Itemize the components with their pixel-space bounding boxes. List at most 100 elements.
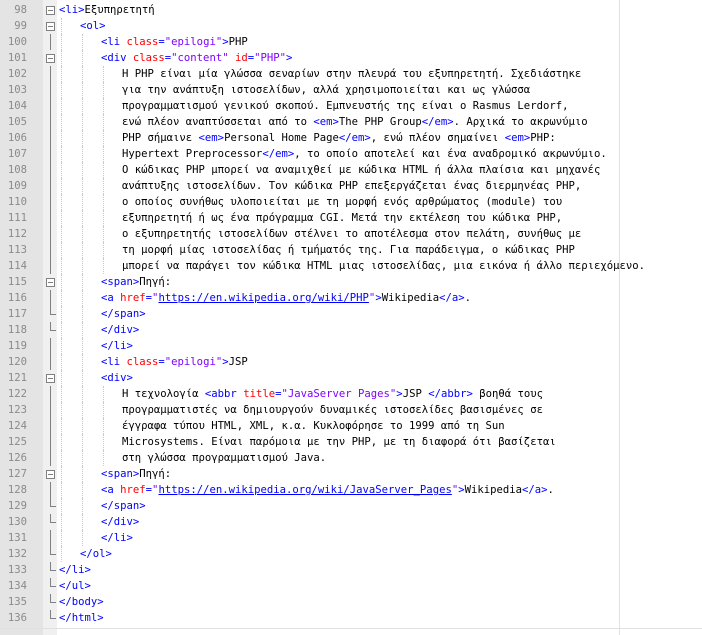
code-text[interactable]: </span> [101, 306, 146, 322]
code-line[interactable]: 110 ο οποίος συνήθως υλοποιείται με τη μο… [0, 194, 702, 210]
code-line[interactable]: 112 ο εξυπηρετητής ιστοσελίδων στέλνει το… [0, 226, 702, 242]
code-line[interactable]: 100 <li class="epilogi">PHP [0, 34, 702, 50]
code-line[interactable]: 131 </li> [0, 530, 702, 546]
code-line[interactable]: 103 για την ανάπτυξη ιστοσελίδων, αλλά χρ… [0, 82, 702, 98]
code-line[interactable]: 126 στη γλώσσα προγραμματισμού Java. [0, 450, 702, 466]
token-attr: class [132, 52, 165, 64]
code-line[interactable]: 133 </li> [0, 562, 702, 578]
code-line[interactable]: 132 </ol> [0, 546, 702, 562]
code-text[interactable]: </span> [101, 498, 146, 514]
token-tag: </li> [59, 564, 91, 576]
token-tag: </span> [101, 500, 146, 512]
code-text[interactable]: ο εξυπηρετητής ιστοσελίδων στέλνει το απ… [122, 226, 581, 242]
indent-guide [82, 34, 83, 50]
code-line[interactable]: 118 </div> [0, 322, 702, 338]
code-text[interactable]: <li>Εξυπηρετητή [59, 2, 155, 18]
indent-guide [82, 306, 83, 322]
code-text[interactable]: <span>Πηγή: [101, 466, 171, 482]
code-text[interactable]: Η PHP είναι μία γλώσσα σεναρίων στην πλε… [122, 66, 581, 82]
code-text[interactable]: </li> [59, 562, 91, 578]
code-line[interactable]: 113 τη μορφή μίας ιστοσελίδας ή τμήματός … [0, 242, 702, 258]
indent-guide [61, 194, 62, 210]
indent-guide [61, 354, 62, 370]
code-line[interactable]: 129 </span> [0, 498, 702, 514]
code-text[interactable]: <a href="https://en.wikipedia.org/wiki/J… [101, 482, 554, 498]
code-text[interactable]: </ol> [80, 546, 112, 562]
code-line[interactable]: 120 <li class="epilogi">JSP [0, 354, 702, 370]
indent-guide [61, 114, 62, 130]
token-url[interactable]: https://en.wikipedia.org/wiki/PHP [158, 292, 368, 304]
code-line[interactable]: 134 </ul> [0, 578, 702, 594]
code-text[interactable]: <li class="epilogi">PHP [101, 34, 248, 50]
code-line[interactable]: 107 Hypertext Preprocessor</em>, το οποίο… [0, 146, 702, 162]
code-text[interactable]: Ο κώδικας PHP μπορεί να αναμιχθεί με κώδ… [122, 162, 600, 178]
code-line[interactable]: 119 </li> [0, 338, 702, 354]
fold-line-marker [50, 34, 51, 50]
token-txt: PHP [228, 36, 248, 48]
code-line[interactable]: 115 <span>Πηγή: [0, 274, 702, 290]
code-line[interactable]: 127 <span>Πηγή: [0, 466, 702, 482]
code-line[interactable]: 98 <li>Εξυπηρετητή [0, 2, 702, 18]
code-editor[interactable]: 98 <li>Εξυπηρετητή 99 <ol> 100 <li class="epi… [0, 0, 702, 635]
line-number: 107 [7, 148, 27, 160]
code-text[interactable]: PHP σήμαινε <em>Personal Home Page</em>,… [122, 130, 556, 146]
code-text[interactable]: <span>Πηγή: [101, 274, 171, 290]
code-text[interactable]: προγραμματιστές να δημιουργούν δυναμικές… [122, 402, 543, 418]
fold-toggle-icon[interactable] [46, 22, 55, 31]
code-text[interactable]: </div> [101, 322, 139, 338]
code-text[interactable]: <a href="https://en.wikipedia.org/wiki/P… [101, 290, 471, 306]
code-line[interactable]: 123 προγραμματιστές να δημιουργούν δυναμι… [0, 402, 702, 418]
code-line[interactable]: 114 μπορεί να παράγει τον κώδικα HTML μια… [0, 258, 702, 274]
fold-toggle-icon[interactable] [46, 278, 55, 287]
code-text[interactable]: Microsystems. Είναι παρόμοια με την PHP,… [122, 434, 556, 450]
code-text[interactable]: ανάπτυξης ιστοσελίδων. Τον κώδικα PHP επ… [122, 178, 581, 194]
code-text[interactable]: Hypertext Preprocessor</em>, το οποίο απ… [122, 146, 607, 162]
code-text[interactable]: εξυπηρετητή ή ως ένα πρόγραμμα CGI. Μετά… [122, 210, 562, 226]
code-line[interactable]: 109 ανάπτυξης ιστοσελίδων. Τον κώδικα PHP… [0, 178, 702, 194]
code-line[interactable]: 121 <div> [0, 370, 702, 386]
code-line[interactable]: 130 </div> [0, 514, 702, 530]
code-text[interactable]: </li> [101, 530, 133, 546]
code-text[interactable]: μπορεί να παράγει τον κώδικα HTML μιας ι… [122, 258, 645, 274]
code-text[interactable]: έγγραφα τύπου HTML, XML, κ.α. Κυκλοφόρησ… [122, 418, 505, 434]
code-line[interactable]: 116 <a href="https://en.wikipedia.org/wik… [0, 290, 702, 306]
fold-toggle-icon[interactable] [46, 374, 55, 383]
code-text[interactable]: για την ανάπτυξη ιστοσελίδων, αλλά χρησι… [122, 82, 530, 98]
code-text[interactable]: </html> [59, 610, 104, 626]
code-text[interactable]: τη μορφή μίας ιστοσελίδας ή τμήματός της… [122, 242, 575, 258]
code-line[interactable]: 102 Η PHP είναι μία γλώσσα σεναρίων στην … [0, 66, 702, 82]
indent-guide [82, 226, 83, 242]
code-text[interactable]: ενώ πλέον αναπτύσσεται από το <em>The PH… [122, 114, 588, 130]
code-text[interactable]: <div class="content" id="PHP"> [101, 50, 292, 66]
code-text[interactable]: </li> [101, 338, 133, 354]
code-line[interactable]: 128 <a href="https://en.wikipedia.org/wik… [0, 482, 702, 498]
code-line[interactable]: 135 </body> [0, 594, 702, 610]
code-text[interactable]: Η τεχνολογία <abbr title="JavaServer Pag… [122, 386, 543, 402]
code-line[interactable]: 108 Ο κώδικας PHP μπορεί να αναμιχθεί με … [0, 162, 702, 178]
indent-guide [61, 434, 62, 450]
code-line[interactable]: 106 PHP σήμαινε <em>Personal Home Page</e… [0, 130, 702, 146]
code-text[interactable]: ο οποίος συνήθως υλοποιείται με τη μορφή… [122, 194, 562, 210]
code-text[interactable]: </div> [101, 514, 139, 530]
code-line[interactable]: 111 εξυπηρετητή ή ως ένα πρόγραμμα CGI. Μ… [0, 210, 702, 226]
fold-toggle-icon[interactable] [46, 54, 55, 63]
code-line[interactable]: 101 <div class="content" id="PHP"> [0, 50, 702, 66]
code-line[interactable]: 122 Η τεχνολογία <abbr title="JavaServer … [0, 386, 702, 402]
code-line[interactable]: 99 <ol> [0, 18, 702, 34]
code-line[interactable]: 117 </span> [0, 306, 702, 322]
code-text[interactable]: </body> [59, 594, 104, 610]
code-line[interactable]: 136 </html> [0, 610, 702, 626]
code-text[interactable]: προγραμματισμού γενικού σκοπού. Εμπνευστ… [122, 98, 568, 114]
code-line[interactable]: 124 έγγραφα τύπου HTML, XML, κ.α. Κυκλοφό… [0, 418, 702, 434]
code-text[interactable]: <div> [101, 370, 133, 386]
code-text[interactable]: στη γλώσσα προγραμματισμού Java. [122, 450, 326, 466]
code-text[interactable]: </ul> [59, 578, 91, 594]
code-line[interactable]: 105 ενώ πλέον αναπτύσσεται από το <em>The… [0, 114, 702, 130]
code-line[interactable]: 104 προγραμματισμού γενικού σκοπού. Εμπνε… [0, 98, 702, 114]
fold-toggle-icon[interactable] [46, 6, 55, 15]
code-line[interactable]: 125 Microsystems. Είναι παρόμοια με την P… [0, 434, 702, 450]
code-text[interactable]: <ol> [80, 18, 106, 34]
code-text[interactable]: <li class="epilogi">JSP [101, 354, 248, 370]
fold-toggle-icon[interactable] [46, 470, 55, 479]
token-url[interactable]: https://en.wikipedia.org/wiki/JavaServer… [158, 484, 451, 496]
